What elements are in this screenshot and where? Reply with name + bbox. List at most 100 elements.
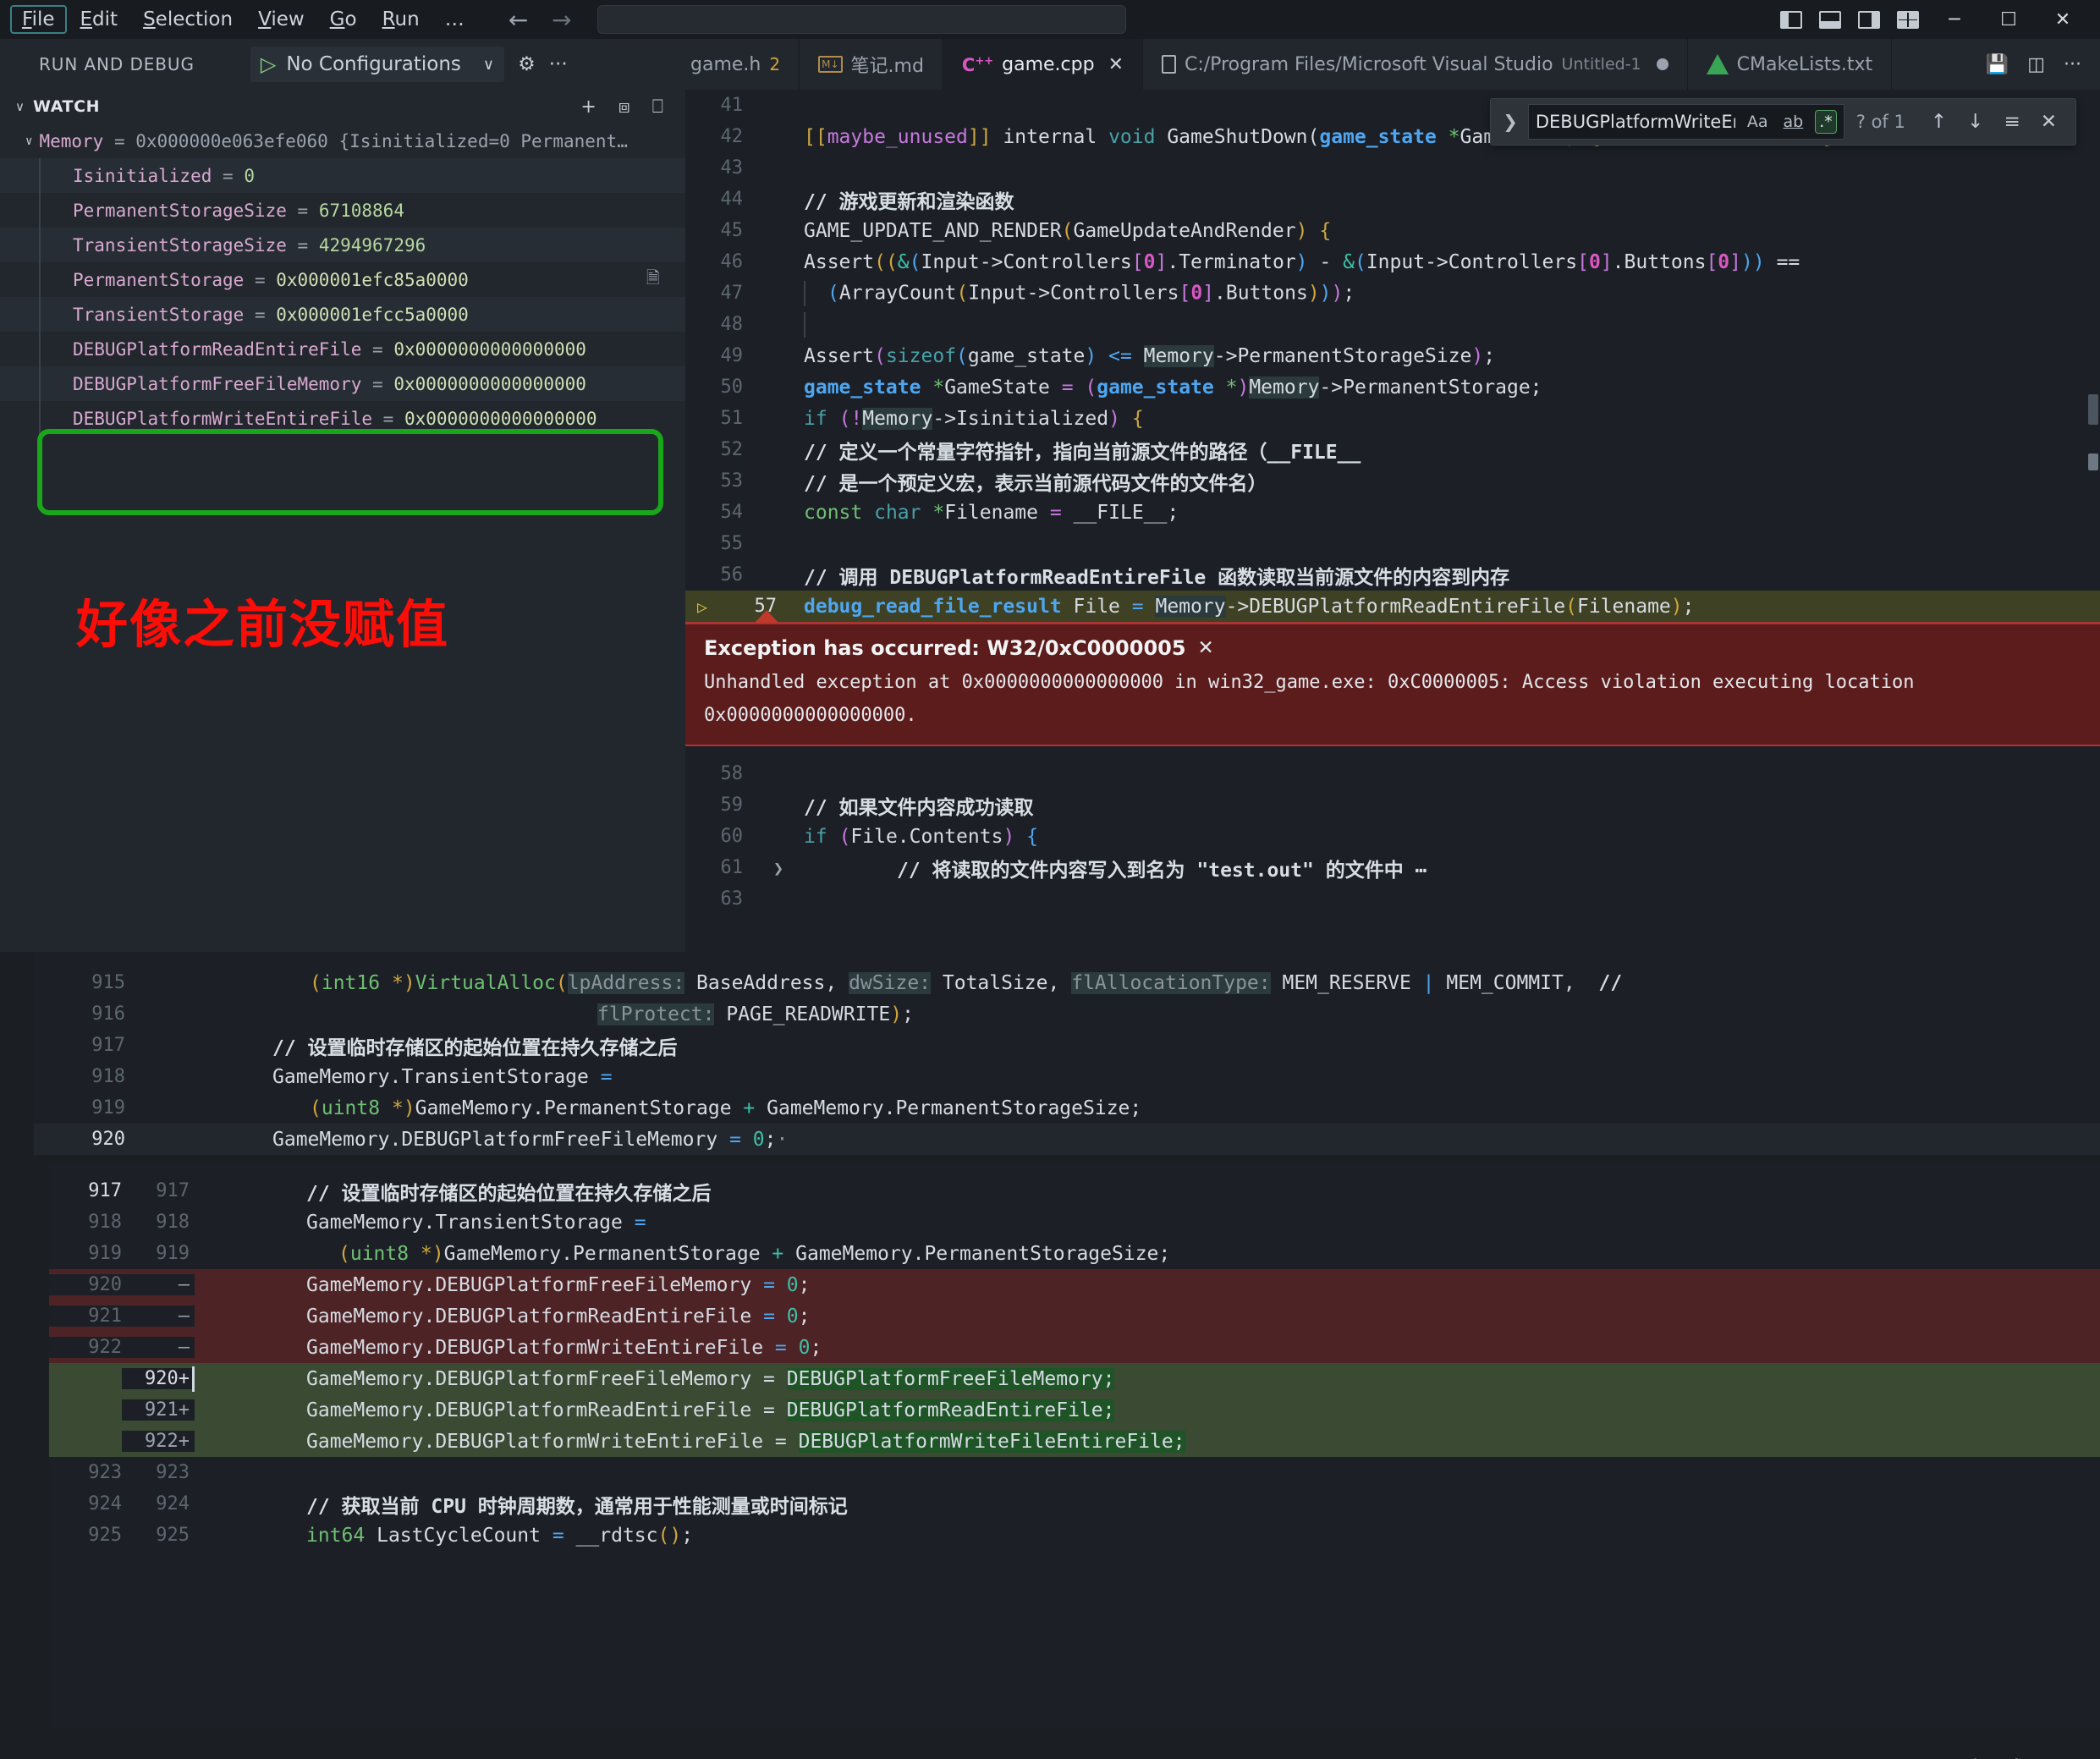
tab-cmakelists-txt-label: CMakeLists.txt [1736,53,1873,75]
code-line: 59 // 如果文件内容成功读取 [685,789,2100,821]
code-text-rhs: DEBUGPlatformFreeFileMemory; [786,1367,1115,1390]
code-text: // 游戏更新和渲染函数 [804,190,1014,213]
diff-old-line-number: 922 [49,1337,122,1358]
code-line: 47 (ArrayCount(Input->Controllers[0].Butt… [685,278,2100,309]
close-icon[interactable]: ✕ [1108,54,1124,75]
match-case-icon[interactable]: Aa [1744,111,1772,133]
toggle-secondary-sidebar-icon[interactable] [1850,3,1888,36]
diff-panel[interactable]: 917 917 // 设置临时存储区的起始位置在持久存储之后 918 918 GameM… [49,1163,2100,1729]
line-number: 61 [720,857,744,878]
previous-match-icon[interactable]: ↑ [1921,111,1957,133]
gear-icon[interactable]: ⚙ [518,53,536,75]
toggle-panel-icon[interactable] [1811,3,1850,36]
menu-go[interactable]: Go [318,5,369,34]
watch-row[interactable]: PermanentStorageSize = 67108864 [0,193,685,228]
copy-value-icon[interactable]: 🗎 [646,266,660,294]
more-actions-icon[interactable]: ··· [549,53,568,75]
secondary-code-panel[interactable]: 915 (int16 *)VirtualAlloc(lpAddress: Base… [34,952,2100,1155]
watch-row[interactable]: DEBUGPlatformWriteEntireFile = 0x0000000… [0,401,685,436]
next-match-icon[interactable]: ↓ [1957,111,1993,133]
start-debugging-icon[interactable]: ▷ [261,52,276,76]
menu-view[interactable]: View [246,5,316,34]
highlight-annotation-box [37,429,663,515]
remove-all-icon[interactable]: ⎕ [652,96,663,118]
find-widget[interactable]: ❯ DEBUGPlatformWriteEntir Aa ab .* ? of … [1490,98,2076,146]
diff-old-line-number: 923 [88,1462,122,1483]
menu-edit[interactable]: Edit [69,5,130,34]
diff-row-context: 925 925 int64 LastCycleCount = __rdtsc(); [49,1520,2100,1551]
line-number: 53 [720,470,744,492]
diff-row-added: 921+ GameMemory.DEBUGPlatformReadEntireFi… [49,1394,2100,1426]
chevron-down-icon[interactable]: ∨ [483,56,494,74]
line-number: 63 [720,888,744,910]
debug-view-header: RUN AND DEBUG ▷ No Configurations ∨ ⚙ ··… [0,39,685,90]
customize-layout-icon[interactable] [1888,3,1927,36]
toggle-replace-chevron-icon[interactable]: ❯ [1499,112,1528,132]
launch-configuration-selector[interactable]: ▷ No Configurations ∨ [250,47,505,82]
dirty-indicator-icon[interactable] [1656,58,1668,70]
forward-icon[interactable]: → [552,6,571,34]
add-expression-icon[interactable]: + [580,96,596,118]
save-all-icon[interactable]: 💾 [1986,54,2009,75]
watch-row[interactable]: PermanentStorage = 0x000001efc85a0000 🗎 [0,262,685,297]
code-line: 51 if (!Memory->Isinitialized) { [685,403,2100,434]
watch-row[interactable]: ∨ Memory = 0x000000e063efe060 {Isinitial… [0,124,685,158]
line-number: 47 [720,283,744,304]
diff-row-context: 919 919 (uint8 *)GameMemory.PermanentStora… [49,1238,2100,1269]
back-icon[interactable]: ← [509,6,528,34]
menu-file[interactable]: File [10,5,67,34]
find-input-container[interactable]: DEBUGPlatformWriteEntir Aa ab .* [1527,104,1844,140]
watch-row[interactable]: Isinitialized = 0 [0,158,685,193]
diff-old-line-number: 924 [88,1493,122,1514]
diff-delete-marker: — [122,1337,195,1358]
close-icon[interactable]: ✕ [1198,637,1214,659]
line-number: 919 [91,1097,125,1119]
watermark-text: CSDN @虾球xz [1843,1750,2061,1759]
diff-row-context: 917 917 // 设置临时存储区的起始位置在持久存储之后 [49,1175,2100,1207]
cmake-icon [1706,54,1729,74]
find-in-selection-icon[interactable]: ≡ [1993,111,2030,133]
command-center-input[interactable] [596,5,1126,34]
window-close-button[interactable]: ✕ [2036,0,2090,39]
find-input[interactable]: DEBUGPlatformWriteEntir [1536,112,1735,132]
menu-selection[interactable]: Selection [131,5,245,34]
close-find-icon[interactable]: ✕ [2031,111,2067,133]
breakpoint-arrow-icon[interactable]: ▷ [685,596,719,617]
menu-run-rest: un [394,8,420,30]
watch-row[interactable]: DEBUGPlatformReadEntireFile = 0x00000000… [0,332,685,366]
diff-new-line-number: 922+ [122,1431,195,1452]
tab-untitled-1[interactable]: C:/Program Files/Microsoft Visual Studio… [1143,39,1688,90]
tab-cmakelists-txt[interactable]: CMakeLists.txt [1687,39,1893,90]
window-maximize-button[interactable]: ☐ [1982,0,2036,39]
watch-row[interactable]: TransientStorage = 0x000001efcc5a0000 [0,297,685,332]
diff-delete-marker: — [122,1306,195,1327]
menu-run[interactable]: Run [371,5,432,34]
editor-overview-ruler[interactable] [2085,90,2100,952]
chevron-down-icon[interactable]: ∨ [15,99,25,114]
chevron-right-icon[interactable]: ❯ [761,858,795,878]
split-editor-icon[interactable]: ◫ [2027,54,2045,75]
more-actions-icon[interactable]: ··· [2064,54,2081,75]
watch-section-header[interactable]: ∨ WATCH + ⧈ ⎕ [0,90,685,124]
use-regex-icon[interactable]: .* [1815,110,1837,134]
window-minimize-button[interactable]: ─ [1927,0,1982,39]
tab-game-h[interactable]: game.h 2 [685,39,800,90]
watch-row[interactable]: DEBUGPlatformFreeFileMemory = 0x00000000… [0,366,685,401]
code-editor[interactable]: 41 42 [[maybe_unused]] internal void Game… [685,90,2100,952]
toggle-primary-sidebar-icon[interactable] [1772,3,1811,36]
line-number: 55 [720,533,744,554]
match-whole-word-icon[interactable]: ab [1780,111,1807,133]
menu-more[interactable]: … [433,5,476,34]
code-line: 919 (uint8 *)GameMemory.PermanentStorage … [34,1092,2100,1124]
tab-game-cpp[interactable]: C++ game.cpp ✕ [943,39,1143,90]
chevron-down-icon[interactable]: ∨ [25,135,32,148]
menu-selection-rest: election [155,8,234,30]
line-number: 49 [720,345,744,366]
watch-row[interactable]: TransientStorageSize = 4294967296 [0,228,685,262]
diff-row-context: 924 924 // 获取当前 CPU 时钟周期数，通常用于性能测量或时间标记 [49,1488,2100,1520]
menu-edit-rest: dit [92,8,118,30]
watch-value: 0x000000e063efe060 [135,130,328,151]
collapse-all-icon[interactable]: ⧈ [618,96,630,118]
tab-notes-md[interactable]: M↓ 笔记.md [800,39,943,90]
